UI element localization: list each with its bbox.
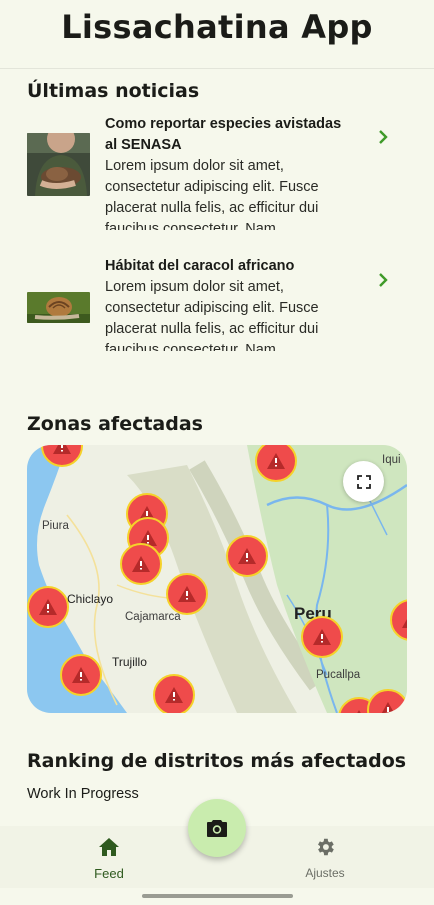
title-divider: [0, 68, 434, 69]
person-holding-snail-photo: [27, 133, 90, 196]
map-section-title: Zonas afectadas: [27, 413, 203, 435]
warning-marker[interactable]: [41, 445, 83, 467]
news-item[interactable]: Hábitat del caracol africano Lorem ipsum…: [27, 256, 407, 366]
news-body: Lorem ipsum dolor sit amet, consectetur …: [105, 279, 319, 351]
ranking-section-title: Ranking de distritos más afectados: [27, 750, 407, 772]
nav-item-feed[interactable]: Feed: [69, 836, 149, 881]
camera-icon: [207, 820, 227, 837]
news-title: Hábitat del caracol africano: [105, 258, 295, 274]
warning-triangle-icon: [267, 453, 285, 469]
home-icon: [99, 838, 119, 856]
warning-triangle-icon: [381, 702, 395, 713]
ranking-status-text: Work In Progress: [27, 786, 139, 802]
chevron-right-icon[interactable]: [376, 130, 390, 144]
news-body: Lorem ipsum dolor sit amet, consectetur …: [105, 158, 319, 230]
warning-marker[interactable]: [120, 543, 162, 585]
nav-item-ajustes[interactable]: Ajustes: [285, 836, 365, 880]
warning-triangle-icon: [357, 710, 361, 713]
warning-triangle-icon: [313, 629, 331, 645]
gear-icon: [318, 838, 334, 856]
warning-triangle-icon: [72, 667, 90, 683]
warning-triangle-icon: [402, 619, 407, 628]
affected-zones-map[interactable]: Piura Chiclayo Cajamarca Trujillo Peru P…: [27, 445, 407, 713]
warning-marker[interactable]: [301, 616, 343, 658]
app-title: Lissachatina App: [61, 8, 373, 46]
warning-triangle-icon: [178, 586, 196, 602]
news-item[interactable]: Como reportar especies avistadas al SENA…: [27, 114, 407, 230]
snail-photo: [27, 292, 90, 323]
warning-triangle-icon: [39, 599, 57, 615]
warning-marker[interactable]: [27, 586, 69, 628]
fullscreen-icon: [356, 474, 371, 489]
warning-marker[interactable]: [390, 599, 407, 641]
warning-triangle-icon: [238, 548, 256, 564]
warning-triangle-icon: [132, 556, 150, 572]
nav-label-feed: Feed: [94, 866, 124, 881]
warning-marker[interactable]: [226, 535, 268, 577]
warning-triangle-icon: [53, 445, 71, 454]
warning-marker[interactable]: [367, 689, 407, 713]
news-section-title: Últimas noticias: [27, 80, 200, 102]
home-indicator: [142, 894, 293, 898]
warning-triangle-icon: [165, 687, 183, 703]
fullscreen-button[interactable]: [343, 461, 384, 502]
warning-marker[interactable]: [153, 674, 195, 713]
news-title: Como reportar especies avistadas al SENA…: [105, 116, 342, 153]
chevron-right-icon[interactable]: [376, 273, 390, 287]
warning-marker[interactable]: [166, 573, 208, 615]
warning-marker[interactable]: [255, 445, 297, 482]
warning-marker[interactable]: [60, 654, 102, 696]
nav-label-ajustes: Ajustes: [305, 866, 345, 880]
camera-fab-button[interactable]: [188, 799, 246, 857]
